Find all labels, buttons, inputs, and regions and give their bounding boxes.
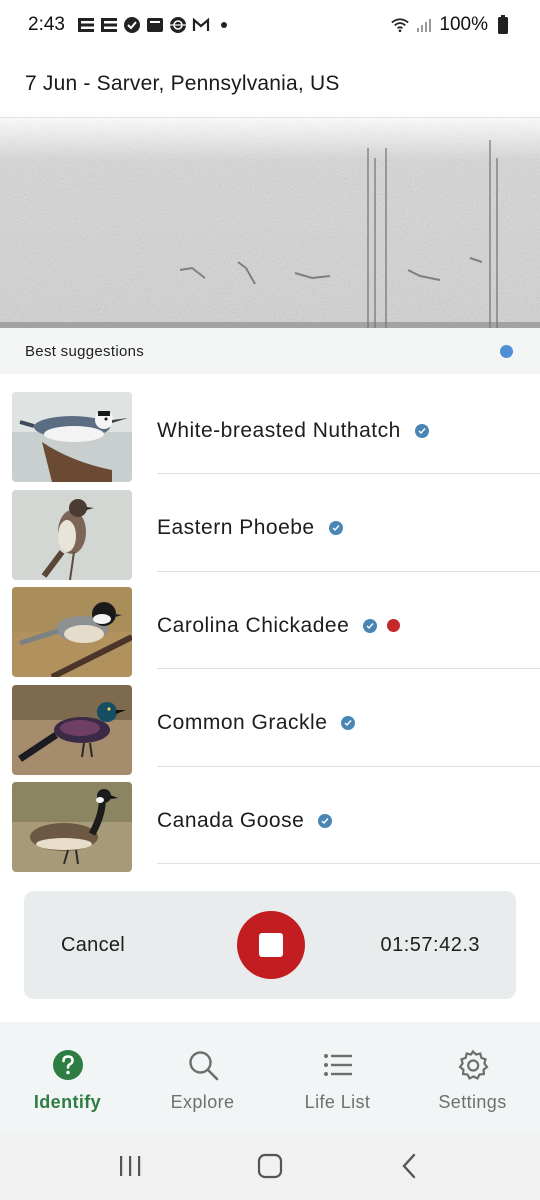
check-badge-icon bbox=[123, 16, 141, 34]
status-right: 100% bbox=[391, 14, 512, 36]
bird-photo bbox=[12, 392, 132, 482]
verified-check-icon bbox=[341, 716, 356, 730]
verified-check-icon bbox=[318, 813, 333, 828]
bottom-nav: Identify Explore Life List Settings bbox=[0, 1022, 540, 1132]
wifi-icon bbox=[391, 16, 410, 34]
nav-explore[interactable]: Explore bbox=[135, 1022, 270, 1132]
search-icon bbox=[186, 1048, 220, 1082]
species-info: Canada Goose bbox=[157, 778, 540, 864]
species-row[interactable]: Canada Goose bbox=[0, 778, 540, 876]
spectrogram-graphic bbox=[0, 118, 540, 328]
wallet-icon bbox=[146, 16, 164, 34]
status-time: 2:43 bbox=[28, 14, 65, 35]
species-name: White-breasted Nuthatch bbox=[157, 418, 401, 442]
recording-panel: Cancel 01:57:42.3 bbox=[24, 891, 516, 999]
nav-settings[interactable]: Settings bbox=[405, 1022, 540, 1132]
system-navigation-bar bbox=[0, 1132, 540, 1200]
suggestions-header: Best suggestions bbox=[0, 328, 540, 374]
cancel-button[interactable]: Cancel bbox=[61, 891, 125, 999]
gmail-icon bbox=[192, 16, 210, 34]
question-circle-icon bbox=[51, 1048, 85, 1082]
suggestions-label: Best suggestions bbox=[25, 342, 145, 360]
species-row[interactable]: Common Grackle bbox=[0, 681, 540, 779]
species-info: White-breasted Nuthatch bbox=[157, 388, 540, 474]
stop-icon bbox=[259, 933, 283, 957]
recent-apps-icon[interactable] bbox=[110, 1146, 150, 1186]
verified-check-icon bbox=[328, 521, 343, 535]
species-name: Carolina Chickadee bbox=[157, 613, 350, 637]
bird-photo bbox=[12, 782, 132, 872]
location-title: 7 Jun - Sarver, Pennsylvania, US bbox=[25, 71, 340, 95]
status-bar: 2:43 100% bbox=[0, 0, 540, 50]
nav-label: Life List bbox=[304, 1092, 371, 1112]
spectrogram[interactable] bbox=[0, 118, 540, 328]
nav-identify[interactable]: Identify bbox=[0, 1022, 135, 1132]
species-name: Common Grackle bbox=[157, 711, 328, 734]
signal-icon bbox=[415, 16, 433, 34]
species-info: Common Grackle bbox=[157, 681, 540, 767]
battery-icon bbox=[494, 15, 512, 34]
bird-photo bbox=[12, 587, 132, 677]
stop-recording-button[interactable] bbox=[237, 911, 305, 979]
species-name: Eastern Phoebe bbox=[157, 516, 315, 539]
nav-label: Settings bbox=[438, 1092, 507, 1112]
verified-check-icon bbox=[414, 423, 429, 438]
species-row[interactable]: White-breasted Nuthatch bbox=[0, 388, 540, 486]
recording-timer: 01:57:42.3 bbox=[380, 933, 480, 956]
species-info: Eastern Phoebe bbox=[157, 486, 540, 572]
nav-life-list[interactable]: Life List bbox=[270, 1022, 405, 1132]
bird-photo bbox=[12, 684, 132, 775]
dot-icon bbox=[215, 16, 233, 34]
list-icon bbox=[321, 1048, 355, 1082]
globe-icon bbox=[169, 16, 187, 34]
species-info: Carolina Chickadee bbox=[157, 583, 540, 669]
battery-percent: 100% bbox=[439, 14, 488, 35]
flag-dot bbox=[387, 619, 401, 632]
gear-icon bbox=[456, 1048, 490, 1082]
species-row[interactable]: Carolina Chickadee bbox=[0, 583, 540, 681]
notification-e-icon bbox=[100, 16, 118, 34]
home-icon[interactable] bbox=[250, 1146, 290, 1186]
bird-photo bbox=[12, 489, 132, 580]
nav-label: Explore bbox=[170, 1092, 235, 1112]
location-header: 7 Jun - Sarver, Pennsylvania, US bbox=[0, 50, 540, 118]
verified-check-icon bbox=[363, 618, 378, 633]
species-row[interactable]: Eastern Phoebe bbox=[0, 486, 540, 584]
species-list: White-breasted Nuthatch Eastern Phoebe C… bbox=[0, 388, 540, 876]
notification-icons bbox=[77, 16, 233, 34]
back-icon[interactable] bbox=[390, 1146, 430, 1186]
notification-e-icon bbox=[77, 16, 95, 34]
species-name: Canada Goose bbox=[157, 808, 305, 832]
nav-label: Identify bbox=[33, 1092, 102, 1112]
live-indicator-dot bbox=[500, 344, 513, 358]
